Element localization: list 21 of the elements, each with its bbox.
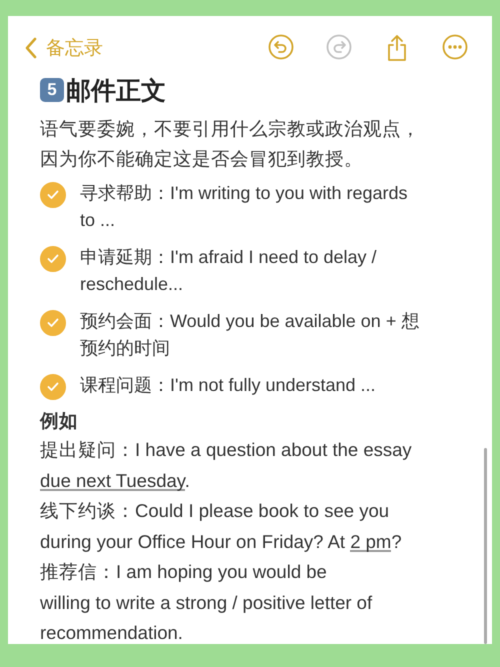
chevron-icon [24,37,38,59]
checkmark-icon [47,190,59,200]
example-paragraph: 提出疑问：I have a question about the essay due next Tuesday. [40,438,413,493]
checkmark-icon [47,382,59,392]
note-paragraph: 语气要委婉，不要引用什么宗教或政治观点，因为你不能确定这是否会冒犯到教授。 [40,117,421,171]
section-heading: 例如 [40,409,79,433]
checklist-item: 寻求帮助：I'm writing to you with regards to ... [80,182,409,232]
number-badge: 5 [40,78,64,102]
checkbox[interactable] [40,374,66,400]
example-paragraph: 推荐信：I am hoping you would be willing to write a strong / positive letter of recommendation. [40,560,374,644]
checkmark-icon [47,254,59,264]
checklist-item: 课程问题：I'm not fully understand ... [80,374,377,397]
checkbox[interactable] [40,182,66,208]
checklist-item: 预约会面：Would you be available on + 想预约的时间 [80,310,420,360]
checkmark-icon [47,318,59,328]
checkbox[interactable] [40,310,66,336]
back-button[interactable]: 备忘录 [24,35,103,61]
note-title: 邮件正文 [66,76,166,106]
example-paragraph: 线下约谈：Could I please book to see you during your Office Hour on Friday? At 2 pm? [40,499,403,554]
checklist-item: 申请延期：I'm afraid I need to delay / reschedule... [80,246,378,296]
checkbox[interactable] [40,246,66,272]
